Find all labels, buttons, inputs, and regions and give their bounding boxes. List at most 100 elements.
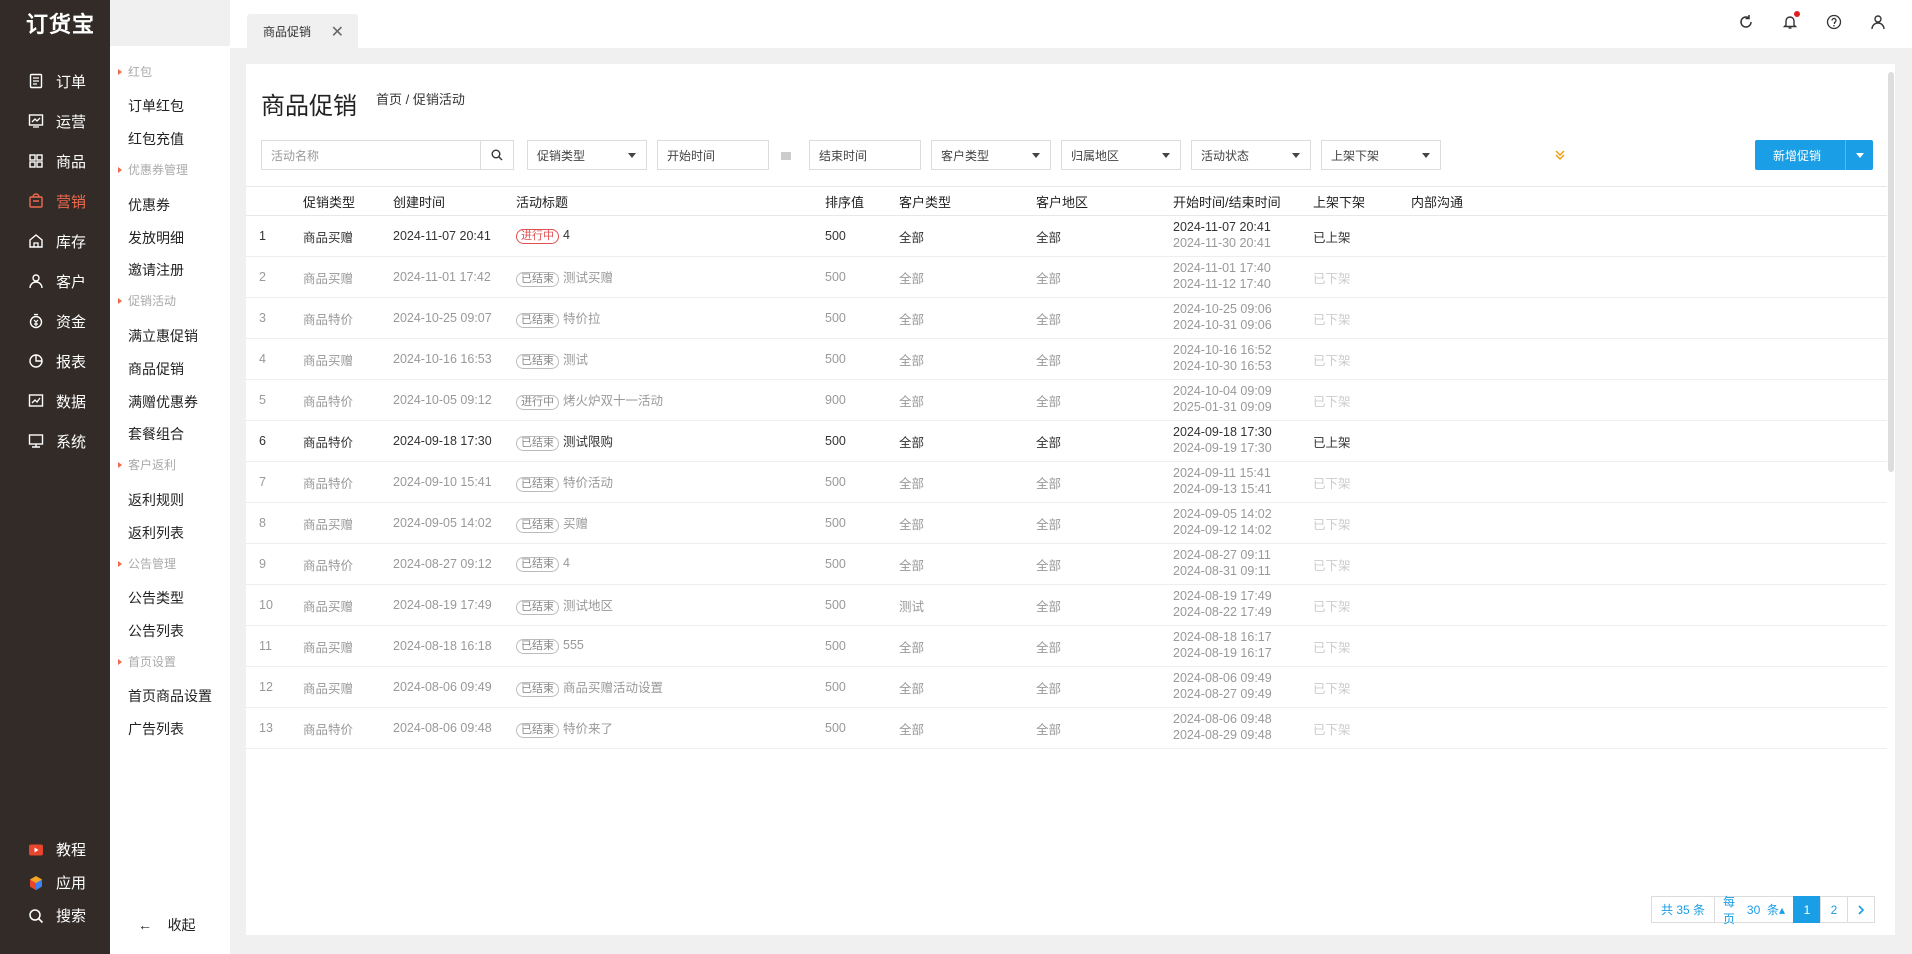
table-row[interactable]: 7 商品特价 2024-09-10 15:41 已结束 特价活动 500 全部 全部 2024-… [246, 462, 1887, 503]
start-time-input[interactable]: 开始时间 [657, 140, 769, 170]
time-range-cell: 2024-10-04 09:09 2025-01-31 09:09 [1173, 383, 1272, 415]
start-time: 2024-08-18 16:17 [1173, 630, 1272, 644]
promo-type-select[interactable]: 促销类型 [527, 140, 647, 170]
created-time-cell: 2024-09-18 17:30 [393, 434, 492, 448]
nav-item-report[interactable]: 报表 [0, 341, 110, 381]
add-promotion-dropdown[interactable] [1845, 140, 1873, 170]
promo-type-cell: 商品特价 [303, 435, 354, 450]
activity-title[interactable]: 测试 [563, 353, 588, 367]
table-row[interactable]: 1 商品买赠 2024-11-07 20:41 进行中 4 500 全部 全部 2024-11-… [246, 216, 1887, 257]
table-row[interactable]: 6 商品特价 2024-09-18 17:30 已结束 测试限购 500 全部 全部 2024-… [246, 421, 1887, 462]
subnav-item[interactable]: 公告列表 [128, 621, 184, 641]
subnav-item[interactable]: 商品促销 [128, 359, 184, 379]
region-cell: 全部 [1036, 435, 1062, 450]
table-row[interactable]: 13 商品特价 2024-08-06 09:48 已结束 特价来了 500 全部 全部 2024… [246, 708, 1887, 749]
subnav-item[interactable]: 广告列表 [128, 719, 184, 739]
table-row[interactable]: 10 商品买赠 2024-08-19 17:49 已结束 测试地区 500 测试 全部 2024… [246, 585, 1887, 626]
nav-item-funds[interactable]: 资金 [0, 301, 110, 341]
caret-down-icon [1855, 152, 1864, 158]
close-icon[interactable]: ✕ [331, 22, 344, 42]
activity-title[interactable]: 商品买赠活动设置 [563, 681, 663, 695]
shelf-status-cell: 已下架 [1313, 271, 1351, 286]
nav-item-data[interactable]: 数据 [0, 381, 110, 421]
activity-title[interactable]: 测试买赠 [563, 271, 613, 285]
search-button[interactable] [480, 140, 514, 170]
subnav-item[interactable]: 订单红包 [128, 96, 184, 116]
tab-product-promotion[interactable]: 商品促销 ✕ [247, 14, 358, 48]
bell-icon[interactable] [1768, 11, 1812, 30]
subnav-item[interactable]: 优惠券 [128, 195, 170, 215]
subnav-item[interactable]: 套餐组合 [128, 424, 184, 444]
search-icon [491, 149, 502, 161]
table-row[interactable]: 4 商品买赠 2024-10-16 16:53 已结束 测试 500 全部 全部 2024-10… [246, 339, 1887, 380]
activity-name-input[interactable]: 活动名称 [261, 140, 481, 170]
shelf-select[interactable]: 上架下架 [1321, 140, 1441, 170]
start-time: 2024-08-27 09:11 [1173, 548, 1271, 562]
breadcrumb[interactable]: 首页 / 促销活动 [376, 89, 465, 108]
nav-item-stock[interactable]: 库存 [0, 221, 110, 261]
activity-title[interactable]: 4 [563, 228, 570, 242]
nav-item-order[interactable]: 订单 [0, 61, 110, 101]
subnav-item[interactable]: 邀请注册 [128, 260, 184, 280]
collapse-button[interactable]: ← 收起 [138, 915, 196, 935]
table-row[interactable]: 5 商品特价 2024-10-05 09:12 进行中 烤火炉双十一活动 900 全部 全部 2… [246, 380, 1887, 421]
help-icon[interactable] [1812, 14, 1856, 30]
page-size-select[interactable]: 每页 30 条 ▴ [1714, 895, 1794, 926]
activity-title[interactable]: 测试限购 [563, 435, 613, 449]
expand-filters-icon[interactable] [1554, 148, 1566, 164]
add-promotion-button[interactable]: 新增促销 [1755, 140, 1873, 170]
scrollbar-thumb[interactable] [1888, 72, 1894, 472]
subnav-item[interactable]: 公告类型 [128, 588, 184, 608]
app-logo[interactable]: 订货宝 [0, 0, 110, 46]
table-row[interactable]: 9 商品特价 2024-08-27 09:12 已结束 4 500 全部 全部 2024-08-… [246, 544, 1887, 585]
subnav-item[interactable]: 首页商品设置 [128, 686, 212, 706]
user-icon[interactable] [1856, 14, 1900, 30]
scrollbar[interactable] [1887, 64, 1895, 484]
region-cell: 全部 [1036, 476, 1062, 491]
status-select[interactable]: 活动状态 [1191, 140, 1311, 170]
table-row[interactable]: 12 商品买赠 2024-08-06 09:49 已结束 商品买赠活动设置 500 全部 全部… [246, 667, 1887, 708]
activity-title-cell: 已结束 测试买赠 [516, 267, 613, 287]
nav-item-goods[interactable]: 商品 [0, 141, 110, 181]
table-row[interactable]: 3 商品特价 2024-10-25 09:07 已结束 特价拉 500 全部 全部 2024-1… [246, 298, 1887, 339]
nav-item-system[interactable]: 系统 [0, 421, 110, 461]
nav-bottom-search[interactable]: 搜索 [0, 899, 110, 932]
activity-title[interactable]: 买赠 [563, 517, 588, 531]
nav-bottom-app[interactable]: 应用 [0, 866, 110, 899]
nav-item-marketing[interactable]: 营销 [0, 181, 110, 221]
nav-item-customer[interactable]: 客户 [0, 261, 110, 301]
nav-bottom-tutorial[interactable]: 教程 [0, 833, 110, 866]
subnav-item[interactable]: 返利列表 [128, 523, 184, 543]
activity-title[interactable]: 测试地区 [563, 599, 613, 613]
customer-type-cell: 测试 [899, 599, 925, 614]
subnav-item[interactable]: 发放明细 [128, 228, 184, 248]
activity-title[interactable]: 4 [563, 556, 570, 570]
chevron-down-icon [628, 153, 636, 158]
table-row[interactable]: 2 商品买赠 2024-11-01 17:42 已结束 测试买赠 500 全部 全部 2024-… [246, 257, 1887, 298]
activity-title[interactable]: 特价来了 [563, 722, 613, 736]
nav-item-label: 运营 [56, 113, 87, 131]
page-1-button[interactable]: 1 [1793, 896, 1821, 923]
activity-title[interactable]: 特价活动 [563, 476, 613, 490]
subnav-item[interactable]: 满立惠促销 [128, 326, 198, 346]
subnav-item[interactable]: 满赠优惠券 [128, 392, 198, 412]
activity-title-cell: 已结束 买赠 [516, 513, 588, 533]
activity-title[interactable]: 特价拉 [563, 312, 601, 326]
nav-item-operation[interactable]: 运营 [0, 101, 110, 141]
table-row[interactable]: 8 商品买赠 2024-09-05 14:02 已结束 买赠 500 全部 全部 2024-09… [246, 503, 1887, 544]
activity-title[interactable]: 555 [563, 638, 584, 652]
table-row[interactable]: 11 商品买赠 2024-08-18 16:18 已结束 555 500 全部 全部 2024-… [246, 626, 1887, 667]
page-2-button[interactable]: 2 [1820, 896, 1848, 923]
customer-type-cell: 全部 [899, 312, 925, 327]
activity-title[interactable]: 烤火炉双十一活动 [563, 394, 663, 408]
refresh-icon[interactable] [1724, 14, 1768, 30]
subnav-item[interactable]: 返利规则 [128, 490, 184, 510]
next-page-button[interactable] [1847, 896, 1875, 923]
end-time-input[interactable]: 结束时间 [809, 140, 921, 170]
region-select[interactable]: 归属地区 [1061, 140, 1181, 170]
status-badge: 已结束 [516, 682, 559, 697]
subnav-item[interactable]: 红包充值 [128, 129, 184, 149]
start-time: 2024-08-19 17:49 [1173, 589, 1272, 603]
region-cell: 全部 [1036, 312, 1062, 327]
customer-type-select[interactable]: 客户类型 [931, 140, 1051, 170]
